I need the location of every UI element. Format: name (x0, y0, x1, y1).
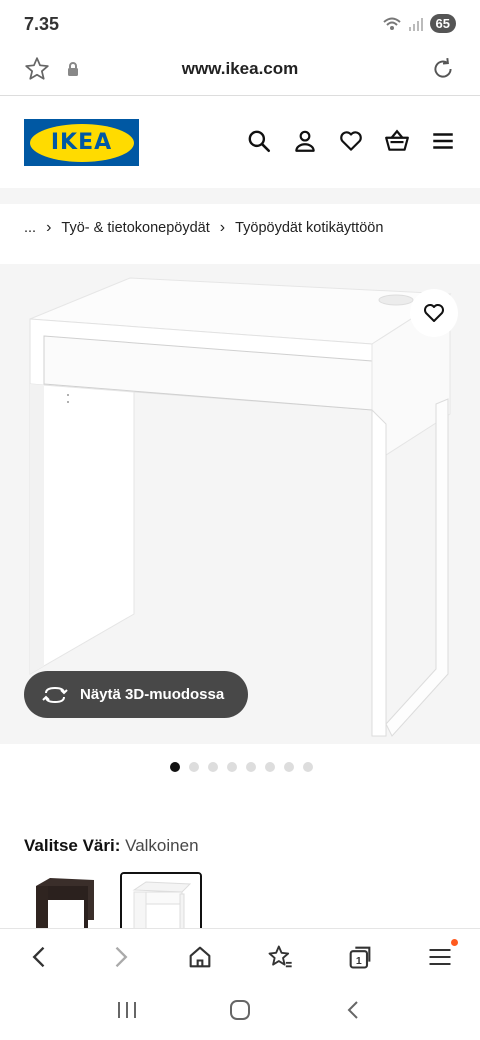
breadcrumb: ... › Työ- & tietokonepöydät › Työpöydät… (24, 219, 383, 237)
browser-toolbar: 1 (0, 928, 480, 984)
url-text[interactable]: www.ikea.com (0, 59, 480, 79)
browser-menu-icon[interactable] (426, 938, 458, 971)
forward-icon[interactable] (106, 943, 134, 971)
back-icon[interactable] (26, 943, 54, 971)
gallery-pagination (170, 762, 313, 772)
menu-icon[interactable] (430, 128, 456, 154)
gallery-dot[interactable] (189, 762, 199, 772)
gallery-dot[interactable] (265, 762, 275, 772)
recent-apps-icon[interactable] (115, 999, 139, 1026)
heart-icon (424, 304, 444, 322)
signal-icon (408, 17, 423, 31)
gallery-dot[interactable] (170, 762, 180, 772)
ikea-logo[interactable]: IKEA (24, 119, 139, 166)
system-back-icon[interactable] (341, 998, 365, 1027)
view-3d-button[interactable]: Näytä 3D-muodossa (24, 671, 248, 718)
gallery-dot[interactable] (303, 762, 313, 772)
color-label-title: Valitse Väri: (24, 836, 121, 855)
rotate-3d-icon (42, 686, 68, 703)
section-divider (0, 188, 480, 204)
gallery-dot[interactable] (208, 762, 218, 772)
heart-icon[interactable] (338, 128, 364, 154)
reload-icon[interactable] (430, 56, 456, 87)
color-value: Valkoinen (125, 836, 199, 855)
basket-icon[interactable] (384, 128, 410, 154)
url-bar: www.ikea.com (0, 48, 480, 96)
notification-dot (451, 938, 458, 946)
color-swatches (24, 872, 202, 936)
breadcrumb-separator: › (46, 219, 52, 236)
swatch-white[interactable] (120, 872, 202, 936)
home-icon[interactable] (186, 943, 214, 971)
breadcrumb-separator: › (219, 219, 226, 236)
swatch-dark[interactable] (24, 872, 106, 936)
site-header: IKEA (0, 96, 480, 188)
breadcrumb-item[interactable]: Työpöydät kotikäyttöön (235, 220, 383, 236)
gallery-dot[interactable] (284, 762, 294, 772)
breadcrumb-item[interactable]: ... (24, 220, 36, 236)
view-3d-label: Näytä 3D-muodossa (80, 686, 225, 703)
wishlist-button[interactable] (410, 289, 458, 337)
tabs-count: 1 (356, 955, 362, 967)
bookmarks-icon[interactable] (266, 943, 294, 971)
search-icon[interactable] (246, 128, 272, 154)
gallery-dot[interactable] (227, 762, 237, 772)
home-button-icon[interactable] (228, 998, 252, 1027)
system-navigation (0, 984, 480, 1040)
logo-text: IKEA (50, 130, 113, 155)
user-icon[interactable] (292, 128, 318, 154)
wifi-icon (382, 17, 401, 30)
status-bar: 7.35 65 (0, 0, 480, 48)
color-selector-label: Valitse Väri: Valkoinen (24, 836, 199, 856)
gallery-dot[interactable] (246, 762, 256, 772)
status-time: 7.35 (24, 14, 60, 34)
battery-badge: 65 (429, 14, 456, 33)
tabs-icon[interactable]: 1 (346, 943, 374, 971)
status-icons: 65 (382, 14, 456, 33)
header-icons (246, 128, 456, 154)
breadcrumb-item[interactable]: Työ- & tietokonepöydät (61, 220, 209, 236)
